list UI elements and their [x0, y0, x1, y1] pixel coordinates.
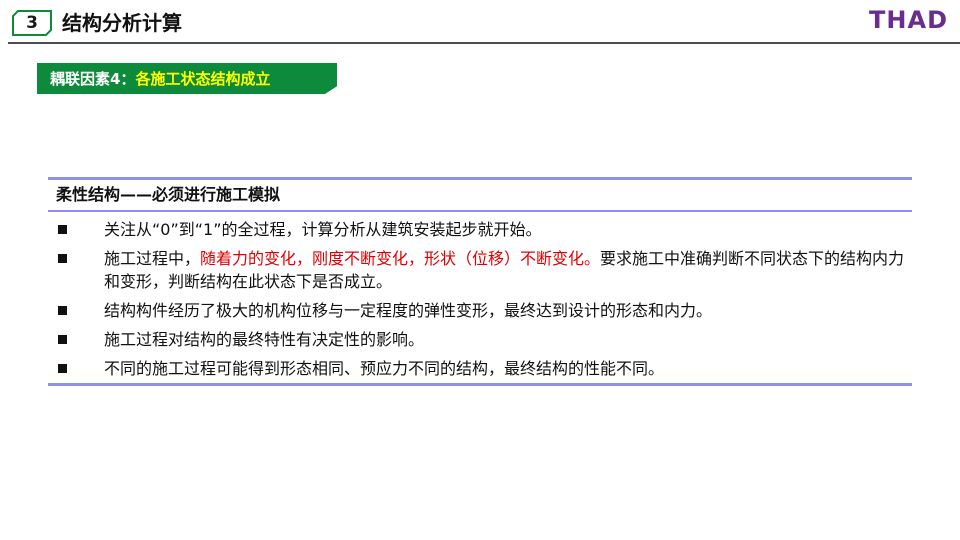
list-item: 不同的施工过程可能得到形态相同、预应力不同的结构，最终结构的性能不同。 — [48, 357, 912, 380]
panel-heading-rule — [48, 210, 912, 212]
factor-tag: 耦联因素4： 各施工状态结构成立 — [37, 63, 337, 94]
list-item: 关注从“0”到“1”的全过程，计算分析从建筑安装起步就开始。 — [48, 218, 912, 241]
list-item: 结构构件经历了极大的机构位移与一定程度的弹性变形，最终达到设计的形态和内力。 — [48, 299, 912, 322]
list-item: 施工过程对结构的最终特性有决定性的影响。 — [48, 328, 912, 351]
square-bullet-icon — [58, 254, 67, 263]
panel-heading: 柔性结构——必须进行施工模拟 — [56, 185, 281, 204]
square-bullet-icon — [58, 335, 67, 344]
content-panel: 柔性结构——必须进行施工模拟 关注从“0”到“1”的全过程，计算分析从建筑安装起… — [48, 177, 912, 386]
square-bullet-icon — [58, 364, 67, 373]
list-item-highlight: 随着力的变化，刚度不断变化，形状（位移）不断变化。 — [200, 249, 601, 268]
list-item-text: 结构构件经历了极大的机构位移与一定程度的弹性变形，最终达到设计的形态和内力。 — [104, 301, 713, 320]
list-item-text: 施工过程对结构的最终特性有决定性的影响。 — [104, 330, 425, 349]
thad-logo: THAD — [869, 6, 948, 34]
panel-bottom-rule — [48, 383, 912, 386]
factor-tag-prefix: 耦联因素4： — [50, 70, 136, 88]
square-bullet-icon — [58, 225, 67, 234]
section-title: 结构分析计算 — [62, 11, 182, 35]
list-item-text-before: 施工过程中， — [104, 249, 201, 268]
factor-tag-title: 各施工状态结构成立 — [135, 70, 271, 88]
list-item-text: 关注从“0”到“1”的全过程，计算分析从建筑安装起步就开始。 — [104, 220, 542, 239]
section-number: 3 — [26, 13, 38, 33]
section-number-badge: 3 — [12, 10, 52, 36]
square-bullet-icon — [58, 306, 67, 315]
list-item: 施工过程中，随着力的变化，刚度不断变化，形状（位移）不断变化。要求施工中准确判断… — [48, 247, 912, 293]
header-divider — [8, 42, 960, 44]
list-item-text: 不同的施工过程可能得到形态相同、预应力不同的结构，最终结构的性能不同。 — [104, 359, 665, 378]
